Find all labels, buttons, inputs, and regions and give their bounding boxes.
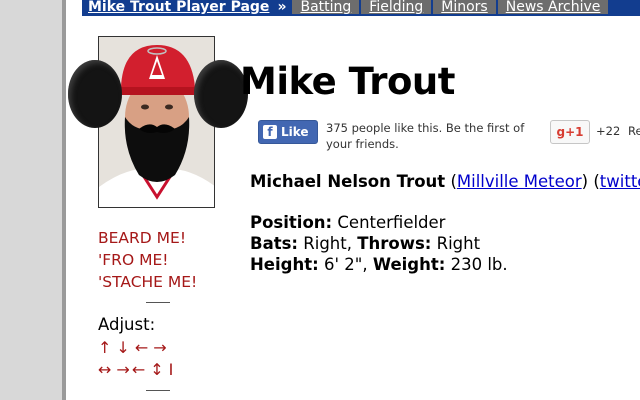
facebook-like-count-text: 375 people like this. Be the first of yo… [326, 121, 525, 151]
google-plus-count: +22 [596, 124, 621, 138]
afro-left-puff [68, 60, 122, 128]
height-label: Height: [250, 255, 319, 274]
position-label: Position: [250, 213, 333, 232]
throws-label: Throws: [357, 234, 432, 253]
facebook-like-label: Like [281, 125, 309, 139]
narrow-arrow-icon[interactable]: →← [116, 360, 150, 379]
controls-divider-bottom [146, 390, 170, 391]
top-nav: Mike Trout Player Page» Batting Fielding Mi… [82, 0, 640, 16]
tab-batting[interactable]: Batting [292, 0, 360, 14]
google-plus-recommend-text: Re [628, 124, 640, 138]
move-left-arrow-icon[interactable]: ← [135, 338, 153, 357]
widen-arrow-icon[interactable]: ↔ [98, 360, 116, 379]
tab-fielding[interactable]: Fielding [361, 0, 432, 14]
browser-gutter [0, 0, 62, 400]
beard-me-link[interactable]: BEARD ME! [98, 228, 186, 249]
facebook-icon: f [263, 125, 277, 139]
bats-throws-row: Bats: Right, Throws: Right [250, 233, 508, 254]
google-plus-button[interactable]: g+1 [550, 120, 590, 144]
stache-me-link[interactable]: 'STACHE ME! [98, 272, 197, 293]
nickname-link[interactable]: Millville Meteor [457, 172, 582, 191]
weight-label: Weight: [372, 255, 446, 274]
bats-value: Right, [303, 234, 352, 253]
player-headshot-image [99, 37, 214, 207]
height-weight-row: Height: 6' 2", Weight: 230 lb. [250, 254, 508, 275]
nav-player-page-link[interactable]: Mike Trout Player Page [82, 0, 277, 14]
twitter-link[interactable]: twitter [600, 172, 640, 191]
move-up-arrow-icon[interactable]: ↑ [98, 338, 116, 357]
throws-value: Right [436, 234, 481, 253]
fro-me-link[interactable]: 'FRO ME! [98, 250, 168, 271]
position-row: Position: Centerfielder [250, 212, 508, 233]
tab-minors[interactable]: Minors [433, 0, 496, 14]
move-down-arrow-icon[interactable]: ↓ [116, 338, 134, 357]
shorter-arrow-icon[interactable]: I [169, 360, 179, 379]
move-right-arrow-icon[interactable]: → [153, 338, 171, 357]
weight-value: 230 lb. [450, 255, 508, 274]
tab-news-archive[interactable]: News Archive [497, 0, 609, 14]
adjust-label: Adjust: [98, 315, 156, 334]
player-name-heading: Mike Trout [240, 60, 455, 103]
paren-close: ) [581, 172, 589, 191]
nav-separator: » [277, 0, 287, 15]
player-photo [98, 36, 215, 208]
adjust-arrows-row-1: ↑ ↓ ← → [98, 338, 172, 357]
player-full-name: Michael Nelson Trout [250, 172, 446, 191]
taller-arrow-icon[interactable]: ↕ [150, 360, 168, 379]
adjust-arrows-row-2: ↔ →← ↕ I [98, 360, 178, 379]
height-value: 6' 2", [323, 255, 368, 274]
player-bio: Position: Centerfielder Bats: Right, Thr… [250, 212, 508, 275]
google-plus-icon: g [556, 125, 566, 139]
facebook-like-button[interactable]: f Like [258, 120, 318, 144]
player-page: Mike Trout Player Page» Batting Fielding Mi… [66, 0, 640, 400]
controls-divider [146, 302, 170, 303]
position-value: Centerfielder [337, 213, 446, 232]
google-plus-label: +1 [565, 125, 584, 139]
full-name-line: Michael Nelson Trout (Millville Meteor) … [250, 172, 640, 191]
bats-label: Bats: [250, 234, 299, 253]
